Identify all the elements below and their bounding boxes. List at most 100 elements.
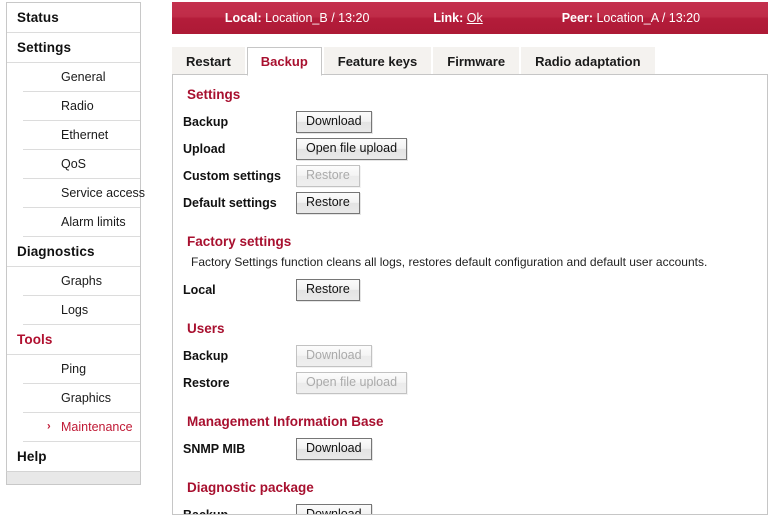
- row-label: SNMP MIB: [183, 441, 246, 456]
- download-button[interactable]: Download: [296, 110, 372, 133]
- tab-bar: Restart Backup Feature keys Firmware Radio a…: [172, 47, 768, 76]
- sidebar-group-label: Help: [17, 449, 47, 464]
- section-diagnostic-package: Diagnostic package Backup Download: [173, 480, 767, 515]
- restore-button: Restore: [296, 164, 360, 187]
- section-title: Settings: [187, 87, 241, 102]
- row-label: Upload: [183, 141, 226, 156]
- tab-label: Backup: [260, 54, 308, 69]
- sidebar-item-ping[interactable]: Ping: [23, 355, 140, 384]
- status-link: Link: Ok: [387, 11, 530, 25]
- sidebar-footer-strip: [6, 471, 141, 485]
- sidebar-item-label: Graphics: [61, 391, 112, 405]
- sidebar-item-maintenance[interactable]: › Maintenance: [23, 413, 140, 442]
- section-title: Diagnostic package: [187, 480, 314, 495]
- status-local-key: Local:: [224, 11, 262, 25]
- row-label: Local: [183, 282, 216, 297]
- sidebar-group-label: Status: [17, 10, 59, 25]
- settings-row: Custom settings Restore: [173, 162, 767, 189]
- tab-restart[interactable]: Restart: [172, 47, 245, 75]
- sidebar-item-graphs[interactable]: Graphs: [23, 267, 140, 296]
- sidebar-item-label: Logs: [61, 303, 89, 317]
- section-settings: Settings Backup Download Upload Open file up…: [173, 87, 767, 230]
- tab-backup[interactable]: Backup: [246, 47, 322, 76]
- sidebar-item-label: QoS: [61, 157, 87, 171]
- tab-radio-adaptation[interactable]: Radio adaptation: [521, 47, 655, 75]
- status-peer: Peer: Location_A / 13:20: [530, 11, 733, 25]
- tab-feature-keys[interactable]: Feature keys: [323, 47, 432, 75]
- row-label: Backup: [183, 114, 229, 129]
- row-label: Backup: [183, 348, 229, 363]
- sidebar-group-label: Settings: [17, 40, 72, 55]
- tab-label: Feature keys: [337, 54, 418, 69]
- status-local: Local: Location_B / 13:20: [172, 11, 387, 25]
- sidebar-group-tools[interactable]: Tools: [7, 325, 140, 355]
- tab-label: Restart: [186, 54, 231, 69]
- chevron-right-icon: ›: [47, 420, 51, 433]
- sidebar-group-settings[interactable]: Settings: [7, 33, 140, 63]
- section-title: Users: [187, 321, 225, 336]
- sidebar-item-label: Ethernet: [61, 128, 109, 142]
- sidebar-item-graphics[interactable]: Graphics: [23, 384, 140, 413]
- section-users: Users Backup Download Restore Open file uplo…: [173, 321, 767, 410]
- sidebar-item-label: Service access: [61, 186, 146, 200]
- status-bar: Local: Location_B / 13:20 Link: Ok Peer:…: [172, 2, 768, 34]
- sidebar-item-radio[interactable]: Radio: [23, 92, 140, 121]
- sidebar-item-label: Ping: [61, 362, 87, 376]
- row-label: Backup: [183, 507, 229, 515]
- settings-row: SNMP MIB Download: [173, 435, 767, 462]
- tab-label: Firmware: [447, 54, 506, 69]
- section-factory-settings: Factory settings Factory Settings functio…: [173, 234, 767, 317]
- sidebar-item-label: Radio: [61, 99, 94, 113]
- sidebar-items: Status Settings General Radio Ethernet QoS Ser…: [7, 3, 145, 471]
- sidebar-item-logs[interactable]: Logs: [23, 296, 140, 325]
- settings-row: Backup Download: [173, 501, 767, 515]
- sidebar-item-label: Alarm limits: [61, 215, 126, 229]
- tab-label: Radio adaptation: [535, 54, 641, 69]
- settings-row: Backup Download: [173, 342, 767, 369]
- sidebar-group-label: Diagnostics: [17, 244, 95, 259]
- settings-row: Local Restore: [173, 276, 767, 303]
- download-button[interactable]: Download: [296, 437, 372, 460]
- open-file-upload-button: Open file upload: [296, 371, 408, 394]
- section-title: Management Information Base: [187, 414, 384, 429]
- sidebar-item-ethernet[interactable]: Ethernet: [23, 121, 140, 150]
- sidebar-item-label: Graphs: [61, 274, 102, 288]
- settings-row: Default settings Restore: [173, 189, 767, 216]
- sidebar-item-alarm-limits[interactable]: Alarm limits: [23, 208, 140, 237]
- download-button[interactable]: Download: [296, 503, 372, 514]
- sidebar-item-service-access[interactable]: Service access: [23, 179, 145, 208]
- sidebar-navigation: Status Settings General Radio Ethernet QoS Ser…: [6, 2, 145, 485]
- sidebar-group-diagnostics[interactable]: Diagnostics: [7, 237, 140, 267]
- sidebar-item-qos[interactable]: QoS: [23, 150, 140, 179]
- row-label: Custom settings: [183, 168, 281, 183]
- download-button: Download: [296, 344, 372, 367]
- sidebar-item-label: Maintenance: [61, 420, 133, 434]
- status-local-value: Location_B / 13:20: [265, 11, 370, 25]
- status-peer-value: Location_A / 13:20: [596, 11, 701, 25]
- restore-button[interactable]: Restore: [296, 191, 360, 214]
- restore-button[interactable]: Restore: [296, 278, 360, 301]
- sidebar-group-help[interactable]: Help: [7, 442, 140, 471]
- status-link-value-link[interactable]: Ok: [467, 11, 483, 25]
- row-label: Restore: [183, 375, 230, 390]
- row-label: Default settings: [183, 195, 277, 210]
- open-file-upload-button[interactable]: Open file upload: [296, 137, 408, 160]
- status-peer-key: Peer:: [561, 11, 593, 25]
- sidebar-group-label: Tools: [17, 332, 53, 347]
- settings-row: Upload Open file upload: [173, 135, 767, 162]
- section-management-information-base: Management Information Base SNMP MIB Downl…: [173, 414, 767, 476]
- page-root: Status Settings General Radio Ethernet QoS Ser…: [0, 0, 771, 517]
- section-description: Factory Settings function cleans all log…: [191, 255, 708, 269]
- sidebar-item-label: General: [61, 70, 106, 84]
- section-title: Factory settings: [187, 234, 292, 249]
- tab-firmware[interactable]: Firmware: [433, 47, 520, 75]
- sidebar-group-status[interactable]: Status: [7, 3, 140, 33]
- content-panel: Settings Backup Download Upload Open file up…: [172, 74, 768, 515]
- settings-row: Restore Open file upload: [173, 369, 767, 396]
- sidebar-item-general[interactable]: General: [23, 63, 140, 92]
- settings-row: Backup Download: [173, 108, 767, 135]
